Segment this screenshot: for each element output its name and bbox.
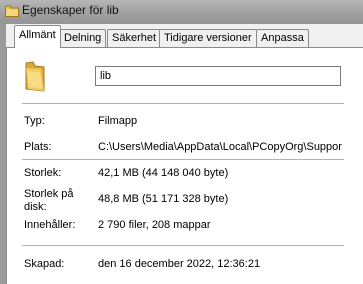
- folder-icon: [25, 61, 45, 92]
- location-label: Plats:: [24, 141, 52, 153]
- size-on-disk-label-line2: disk:: [24, 201, 47, 213]
- properties-dialog: Egenskaper för lib Allmänt Delning Säker…: [0, 0, 363, 284]
- type-label: Typ:: [24, 115, 45, 127]
- size-label: Storlek:: [24, 167, 62, 179]
- created-value: den 16 december 2022, 12:36:21: [98, 258, 261, 270]
- location-value: C:\Users\Media\AppData\Local\PCopyOrg\Su…: [98, 141, 342, 153]
- size-value: 42,1 MB (44 148 040 byte): [98, 167, 229, 179]
- folder-icon: [5, 5, 19, 17]
- divider: [22, 245, 344, 246]
- type-value: Filmapp: [98, 115, 138, 127]
- divider: [22, 159, 344, 160]
- window-title: Egenskaper för lib: [22, 3, 119, 17]
- contains-value: 2 790 filer, 208 mappar: [98, 219, 211, 231]
- tab-anpassa[interactable]: Anpassa: [256, 29, 309, 47]
- divider: [22, 103, 344, 104]
- size-on-disk-label: Storlek på disk:: [24, 188, 74, 214]
- size-on-disk-value: 48,8 MB (51 171 328 byte): [98, 193, 229, 205]
- title-bar[interactable]: Egenskaper för lib: [0, 0, 363, 24]
- created-label: Skapad:: [24, 258, 65, 270]
- tab-allmant[interactable]: Allmänt: [14, 25, 61, 48]
- tab-delning[interactable]: Delning: [59, 29, 107, 47]
- tab-tidigare-versioner[interactable]: Tidigare versioner: [159, 29, 257, 47]
- size-on-disk-label-line1: Storlek på: [24, 188, 74, 200]
- contains-label: Innehåller:: [24, 219, 76, 231]
- tab-sakerhet[interactable]: Säkerhet: [107, 29, 162, 47]
- folder-name-input[interactable]: lib: [95, 66, 341, 86]
